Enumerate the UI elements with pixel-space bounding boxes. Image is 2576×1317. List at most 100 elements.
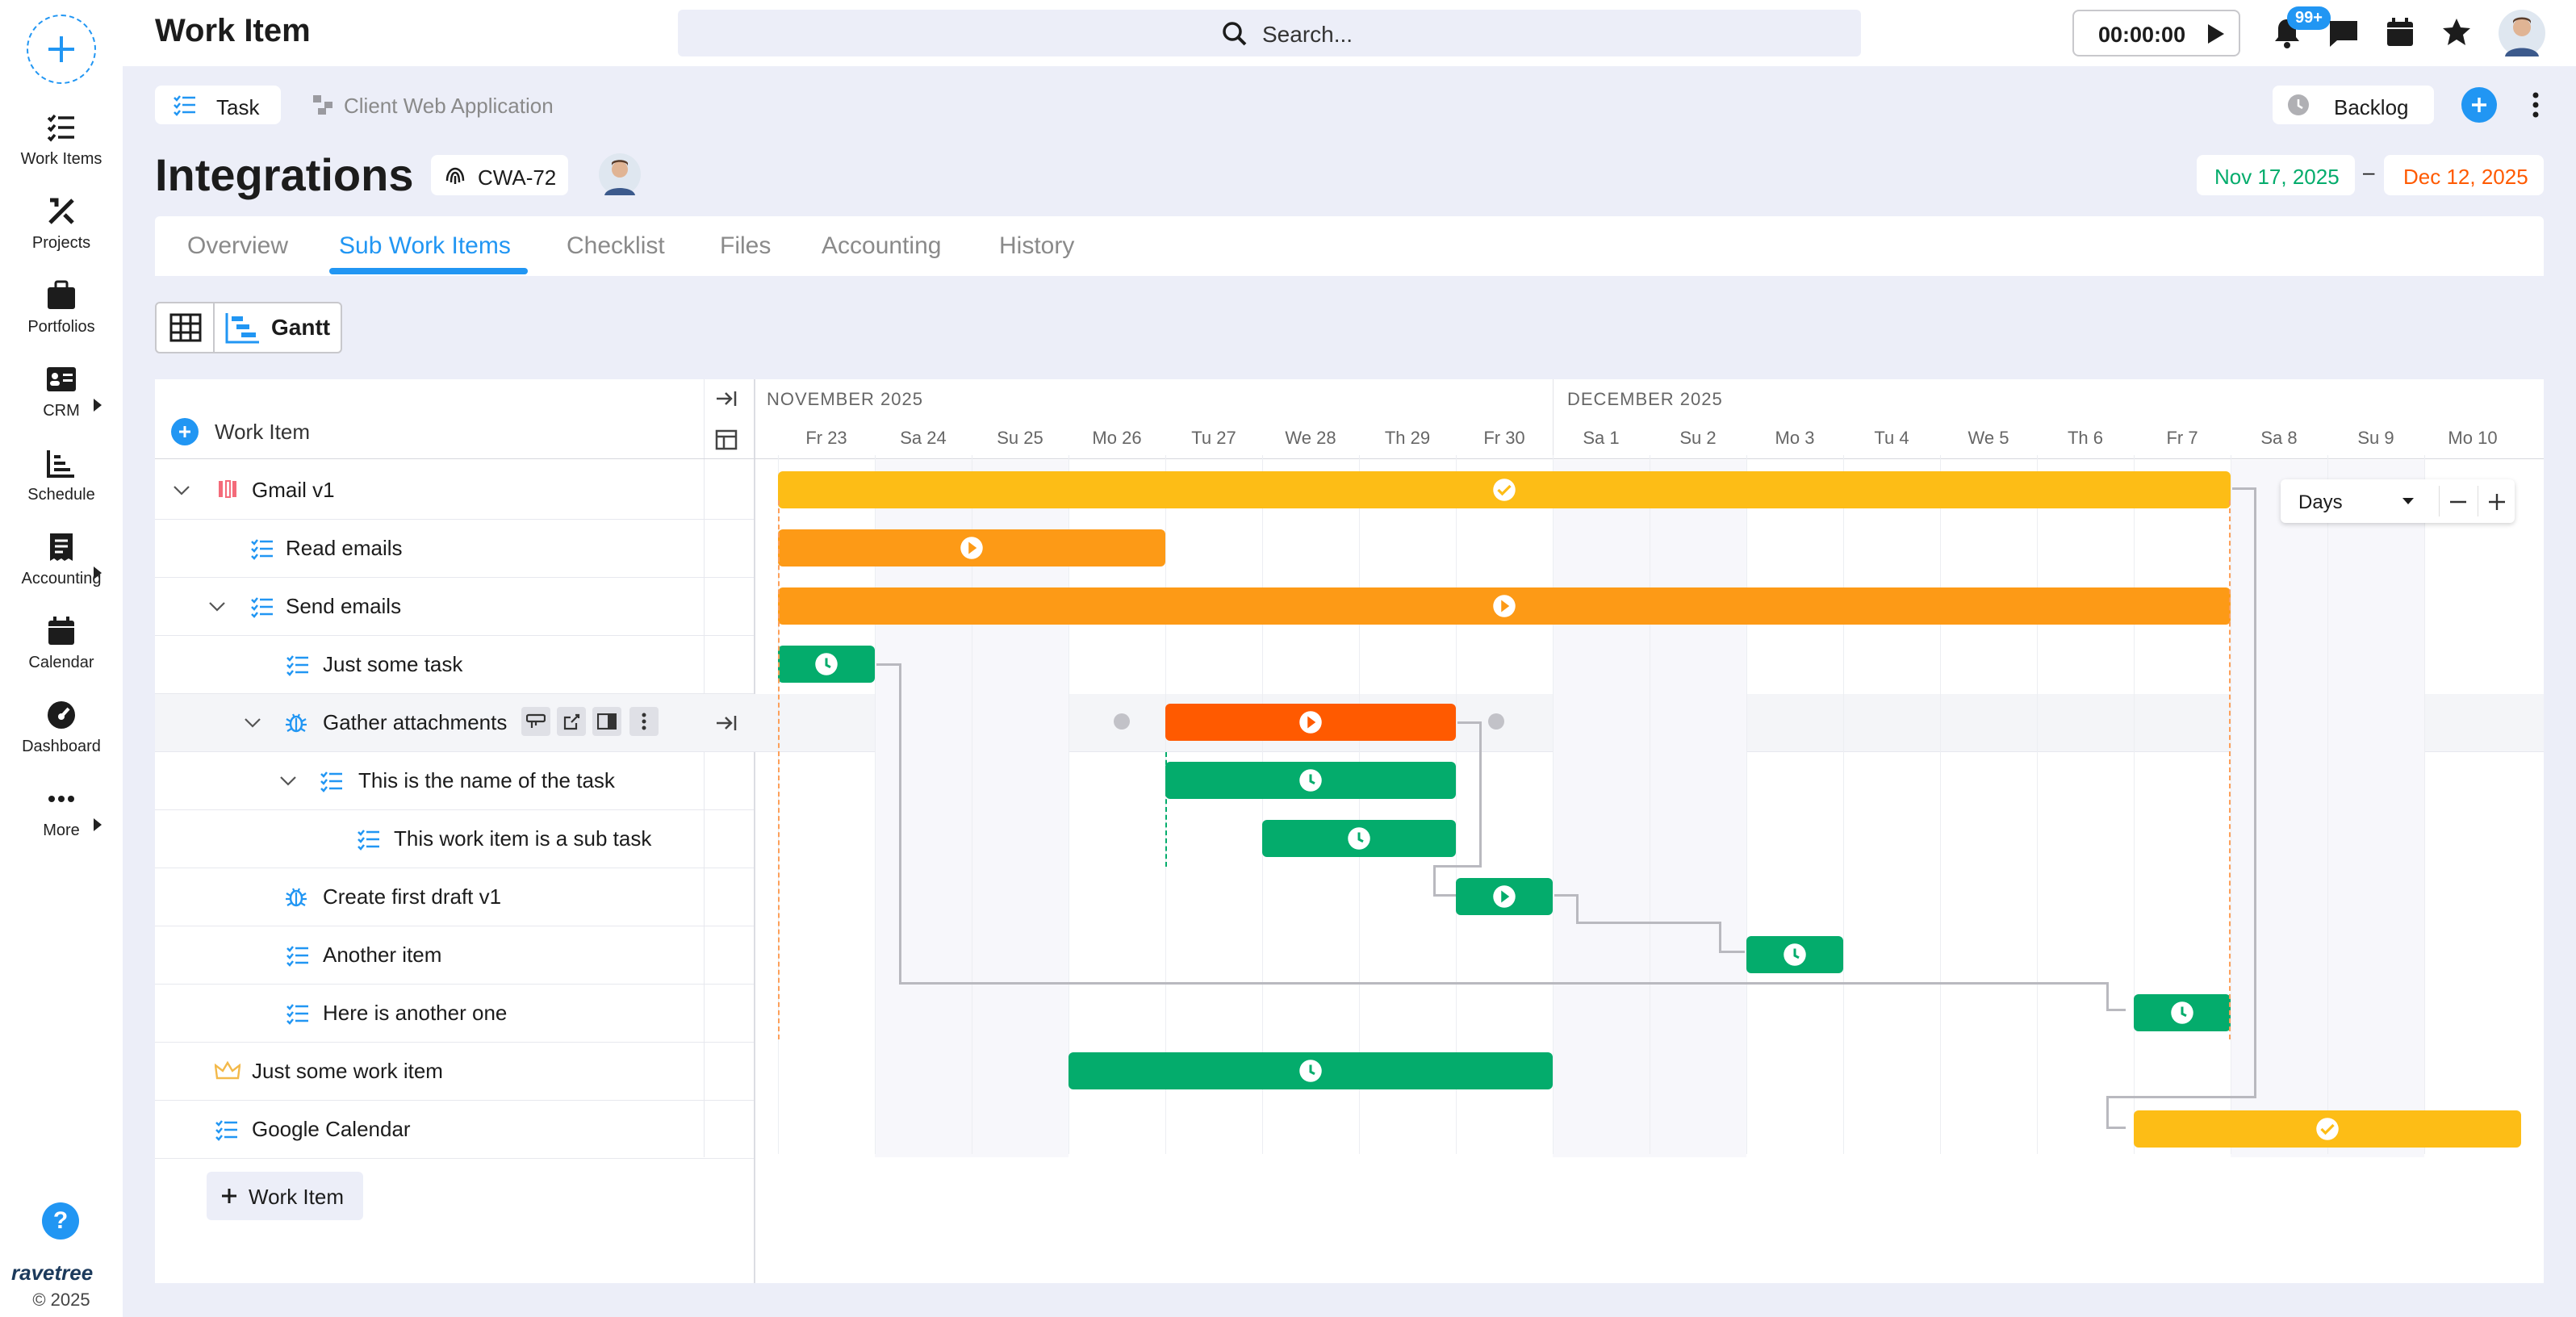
messages-button[interactable] (2327, 18, 2360, 50)
task-icon (320, 771, 342, 792)
gauge-icon (48, 701, 75, 729)
in-progress-status-icon (1493, 595, 1516, 617)
day-label: Su 9 (2357, 428, 2394, 448)
briefcase-icon (48, 280, 75, 309)
open-new-tab-button[interactable] (557, 707, 586, 736)
kebab-icon (2532, 92, 2539, 118)
item-code-chip[interactable]: CWA-72 (431, 155, 568, 195)
tab-overview[interactable]: Overview (187, 232, 288, 260)
create-button[interactable] (27, 15, 96, 84)
gantt-bar[interactable] (1068, 1052, 1553, 1089)
add-work-item-header-button[interactable] (171, 418, 199, 445)
zoom-in-icon[interactable] (2487, 492, 2507, 512)
list-item[interactable]: Just some work item (155, 1043, 754, 1101)
add-button[interactable] (2461, 87, 2497, 123)
chevron-down-icon[interactable] (173, 481, 190, 500)
assignee-avatar[interactable] (599, 153, 641, 195)
tab-checklist[interactable]: Checklist (567, 232, 665, 260)
end-date-value: Dec 12, 2025 (2403, 165, 2528, 189)
in-progress-status-icon (1299, 711, 1322, 734)
nav-projects[interactable]: Projects (0, 195, 123, 253)
month-label: DECEMBER 2025 (1567, 389, 1723, 409)
task-icon (174, 95, 195, 116)
start-date[interactable]: Nov 17, 2025 (2197, 155, 2355, 195)
play-icon (2208, 24, 2224, 44)
list-item[interactable]: Send emails (155, 578, 754, 636)
add-work-item-button[interactable]: Work Item (207, 1172, 363, 1220)
gantt-label: Gantt (271, 315, 331, 340)
notifications-button[interactable]: 99+ (2271, 6, 2331, 50)
list-item[interactable]: Here is another one (155, 985, 754, 1043)
list-item[interactable]: Another item (155, 926, 754, 985)
gantt-bar[interactable] (1165, 704, 1456, 741)
nav-more[interactable]: More (0, 783, 123, 840)
scale-select[interactable]: Days (2281, 479, 2439, 523)
user-avatar[interactable] (2499, 10, 2545, 56)
calendar-button[interactable] (2384, 16, 2416, 48)
table-view-button[interactable] (157, 303, 215, 352)
schedule-icon (47, 450, 74, 478)
row-menu-button[interactable] (629, 707, 659, 736)
columns-button[interactable] (715, 429, 738, 450)
gantt-bar[interactable] (778, 587, 2231, 625)
nav-work-items[interactable]: Work Items (0, 111, 123, 169)
timer-button[interactable]: 00:00:00 (2072, 10, 2240, 56)
gantt-view-button[interactable]: Gantt (216, 303, 341, 352)
gantt-bar[interactable] (2134, 994, 2231, 1031)
search-bar[interactable]: Search... (678, 10, 1861, 56)
chevron-down-icon[interactable] (279, 771, 297, 791)
tab-files[interactable]: Files (720, 232, 771, 260)
day-label: Tu 4 (1874, 428, 1909, 448)
view-toggle: Gantt (155, 302, 342, 353)
drag-dot-right[interactable] (1488, 713, 1504, 730)
scroll-to-bar-icon[interactable] (715, 713, 738, 733)
kebab-menu-button[interactable] (2531, 90, 2540, 119)
chevron-down-icon[interactable] (208, 597, 226, 617)
day-label: Su 2 (1679, 428, 1717, 448)
chevron-down-icon[interactable] (244, 713, 261, 733)
nav-portfolios[interactable]: Portfolios (0, 279, 123, 337)
bug-icon (286, 888, 307, 907)
gantt-bar[interactable] (1262, 820, 1456, 857)
move-row-button[interactable] (521, 707, 550, 736)
list-item[interactable]: This work item is a sub task (155, 810, 754, 868)
list-item[interactable]: Read emails (155, 520, 754, 578)
project-link[interactable]: Client Web Application (312, 94, 554, 118)
zoom-out-icon[interactable] (2448, 492, 2468, 512)
gantt-bar[interactable] (1456, 878, 1553, 915)
nav-accounting[interactable]: Accounting (0, 531, 123, 588)
nav-calendar[interactable]: Calendar (0, 615, 123, 672)
list-item[interactable]: Just some task (155, 636, 754, 694)
gantt-bar[interactable] (2134, 1110, 2521, 1148)
day-label: Sa 1 (1583, 428, 1620, 448)
favorites-button[interactable] (2440, 16, 2473, 48)
side-panel-icon (597, 713, 617, 730)
gantt-bar[interactable] (778, 471, 2231, 508)
status-chip[interactable]: Backlog (2273, 86, 2434, 124)
day-label: Tu 27 (1191, 428, 1236, 448)
collapse-panel-button[interactable] (715, 389, 738, 408)
open-side-panel-button[interactable] (592, 707, 621, 736)
type-chip[interactable]: Task (155, 86, 281, 124)
drag-dot-left[interactable] (1114, 713, 1130, 730)
nav-schedule[interactable]: Schedule (0, 447, 123, 504)
list-item[interactable]: Create first draft v1 (155, 868, 754, 926)
help-button[interactable]: ? (42, 1202, 79, 1240)
child-range-left (1165, 752, 1167, 867)
gantt-bar[interactable] (1746, 936, 1843, 973)
gantt-bar[interactable] (778, 529, 1165, 567)
nav-dashboard[interactable]: Dashboard (0, 699, 123, 756)
tab-sub-work-items[interactable]: Sub Work Items (339, 232, 511, 260)
list-item[interactable]: Google Calendar (155, 1101, 754, 1159)
tab-history[interactable]: History (999, 232, 1074, 260)
nav-crm[interactable]: CRM (0, 363, 123, 420)
task-icon (215, 1120, 237, 1141)
gantt-bar[interactable] (1165, 762, 1456, 799)
gantt-bar[interactable] (778, 646, 875, 683)
list-item[interactable]: This is the name of the task (155, 752, 754, 810)
list-item[interactable]: Gmail v1 (155, 462, 754, 520)
date-separator: – (2363, 160, 2375, 184)
end-date[interactable]: Dec 12, 2025 (2384, 155, 2544, 195)
task-icon (251, 539, 273, 560)
tab-accounting[interactable]: Accounting (822, 232, 941, 260)
